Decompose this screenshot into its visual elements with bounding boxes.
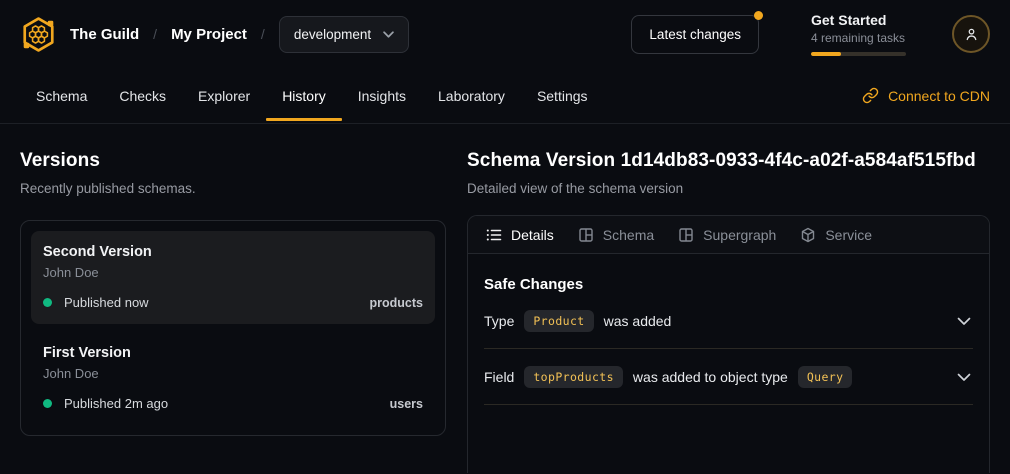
get-started-subtitle: 4 remaining tasks [811,31,906,45]
service-name: users [390,397,423,411]
user-avatar[interactable] [952,15,990,53]
main-content: Versions Recently published schemas. Sec… [0,124,1010,473]
breadcrumb-project[interactable]: My Project [171,26,247,43]
versions-subtitle: Recently published schemas. [20,181,446,196]
cube-icon [800,227,816,243]
main-nav: SchemaChecksExplorerHistoryInsightsLabor… [0,68,1010,124]
versions-list: Second Version John Doe Published now produ… [20,220,446,436]
detail-tab-label: Supergraph [703,227,776,243]
tab-settings[interactable]: Settings [521,68,604,123]
target-select[interactable]: development [279,16,409,53]
detail-tab-supergraph[interactable]: Supergraph [666,216,788,253]
latest-changes-button[interactable]: Latest changes [631,15,759,54]
get-started-progress [811,52,906,56]
user-icon [963,26,980,43]
chevron-down-icon [383,31,394,38]
notification-dot [754,11,763,20]
version-title: Second Version [43,244,423,260]
connect-to-cdn-link[interactable]: Connect to CDN [862,68,990,123]
version-title: First Version [43,345,423,361]
breadcrumb-org[interactable]: The Guild [70,26,139,43]
detail-tab-service[interactable]: Service [788,216,884,253]
schema-version-title: Schema Version 1d14db83-0933-4f4c-a02f-a… [467,150,990,172]
detail-tab-label: Details [511,227,554,243]
code-badge: Query [798,366,853,388]
breadcrumb-separator: / [153,26,157,42]
code-badge: topProducts [524,366,623,388]
version-author: John Doe [43,366,423,381]
changes-list: Type Product was added Field topProducts was … [484,293,973,405]
published-status-label: Published 2m ago [64,396,168,411]
target-select-value: development [294,27,371,42]
service-name: products [370,296,423,310]
get-started-progress-fill [811,52,841,56]
breadcrumb: The Guild / My Project / development [70,16,409,53]
chevron-down-icon [957,317,971,326]
versions-column: Versions Recently published schemas. Sec… [20,150,446,473]
schema-version-column: Schema Version 1d14db83-0933-4f4c-a02f-a… [467,150,990,473]
published-status-dot [43,399,52,408]
columns-icon [678,227,694,243]
detail-tabs: Details Schema Supergraph Service [468,216,989,254]
get-started-widget[interactable]: Get Started 4 remaining tasks [811,12,906,56]
nav-tabs: SchemaChecksExplorerHistoryInsightsLabor… [20,68,604,123]
published-status-dot [43,298,52,307]
detail-tab-label: Service [825,227,872,243]
change-text: was added [604,313,672,329]
version-author: John Doe [43,265,423,280]
detail-tab-schema[interactable]: Schema [566,216,666,253]
versions-title: Versions [20,150,446,172]
version-meta: Published 2m ago users [43,396,423,411]
tab-checks[interactable]: Checks [103,68,182,123]
schema-version-subtitle: Detailed view of the schema version [467,181,990,196]
change-text: was added to object type [633,369,788,385]
breadcrumb-separator: / [261,26,265,42]
detail-tab-label: Schema [603,227,654,243]
list-icon [486,227,502,243]
tab-schema[interactable]: Schema [20,68,103,123]
tab-history[interactable]: History [266,68,342,123]
change-row[interactable]: Field topProducts was added to object type… [484,349,973,405]
get-started-title: Get Started [811,12,906,28]
tab-explorer[interactable]: Explorer [182,68,266,123]
chevron-down-icon [957,373,971,382]
change-text: Field [484,369,514,385]
connect-to-cdn-label: Connect to CDN [888,88,990,104]
change-row[interactable]: Type Product was added [484,293,973,349]
code-badge: Product [524,310,593,332]
tab-laboratory[interactable]: Laboratory [422,68,521,123]
app-header: The Guild / My Project / development Lat… [0,0,1010,68]
detail-body: Safe Changes Type Product was added Fieldto… [468,254,989,405]
detail-tab-details[interactable]: Details [474,216,566,253]
tab-insights[interactable]: Insights [342,68,422,123]
columns-icon [578,227,594,243]
guild-logo-icon[interactable] [20,16,57,53]
schema-version-panel: Details Schema Supergraph Service Safe Chan… [467,215,990,473]
version-item[interactable]: First Version John Doe Published 2m ago use… [31,332,435,425]
change-text: Type [484,313,514,329]
link-icon [862,87,879,104]
published-status-label: Published now [64,295,149,310]
version-meta: Published now products [43,295,423,310]
version-item[interactable]: Second Version John Doe Published now produ… [31,231,435,324]
safe-changes-title: Safe Changes [484,276,973,293]
